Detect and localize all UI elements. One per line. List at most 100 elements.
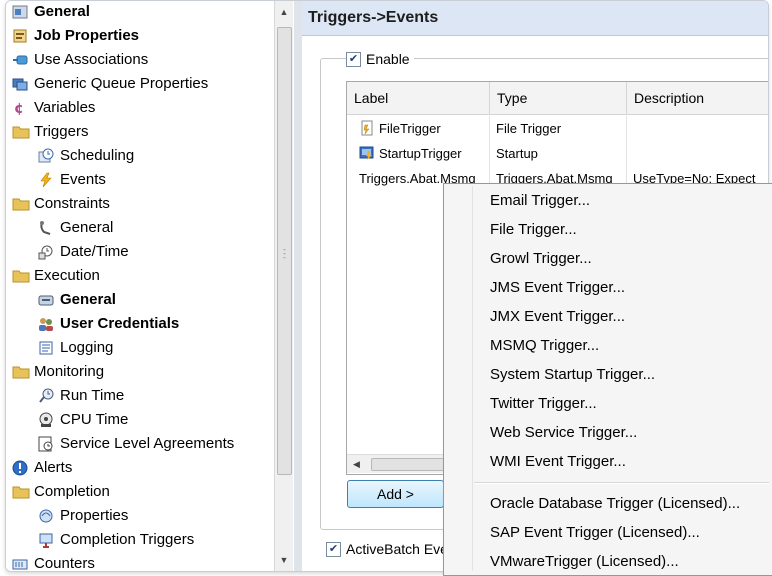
tree-item-alerts[interactable]: Alerts: [12, 457, 72, 479]
tree-item-cpu-time[interactable]: CPU Time: [38, 409, 128, 431]
folder-icon: [12, 484, 30, 500]
tree-item-general[interactable]: General: [12, 1, 90, 23]
tree-item-run-time[interactable]: Run Time: [38, 385, 124, 407]
tree-item-general[interactable]: General: [38, 289, 116, 311]
menu-item-jms-event-trigger[interactable]: JMS Event Trigger...: [444, 273, 772, 302]
scroll-down-arrow-icon[interactable]: ▼: [275, 551, 293, 569]
tree-item-label: Job Properties: [34, 27, 140, 44]
tree-item-monitoring[interactable]: Monitoring: [12, 361, 104, 383]
menu-item-email-trigger[interactable]: Email Trigger...: [444, 186, 772, 215]
scroll-thumb[interactable]: ---: [277, 27, 292, 475]
log-icon: [38, 340, 54, 356]
file-trigger-icon: [361, 120, 373, 136]
clock-icon: [38, 148, 54, 164]
scroll-up-arrow-icon[interactable]: ▲: [275, 3, 293, 21]
activebatch-checkbox[interactable]: ✔: [326, 541, 341, 557]
tree-vertical-scrollbar[interactable]: ▲ --- ▼: [274, 1, 293, 571]
completion-properties-icon: [38, 508, 54, 524]
tree-item-label: General: [60, 219, 114, 236]
menu-item-file-trigger[interactable]: File Trigger...: [444, 215, 772, 244]
queue-icon: [12, 76, 28, 92]
tree-item-logging[interactable]: Logging: [38, 337, 113, 359]
tree-item-scheduling[interactable]: Scheduling: [38, 145, 134, 167]
tree-item-execution[interactable]: Execution: [12, 265, 100, 287]
sla-icon: [38, 436, 54, 452]
tree-item-label: CPU Time: [60, 411, 129, 428]
table-row[interactable]: StartupTrigger Startup: [347, 141, 768, 166]
row-description: [627, 116, 768, 141]
row-label-cell: StartupTrigger: [347, 141, 490, 166]
menu-item-msmq-trigger[interactable]: MSMQ Trigger...: [444, 331, 772, 360]
cpu-icon: [38, 412, 54, 428]
execution-general-icon: [38, 292, 54, 308]
tree-item-date-time[interactable]: Date/Time: [38, 241, 129, 263]
tree-item-user-credentials[interactable]: User Credentials: [38, 313, 179, 335]
tree-item-label: Alerts: [34, 459, 73, 476]
tree-item-label: Monitoring: [34, 363, 105, 380]
tree-item-label: Service Level Agreements: [60, 435, 235, 452]
enable-label: Enable: [366, 51, 410, 67]
row-type: Startup: [490, 141, 627, 166]
tree-item-label: Date/Time: [60, 243, 129, 260]
tree-item-service-level-agreements[interactable]: Service Level Agreements: [38, 433, 234, 455]
variables-icon: ¢: [12, 100, 28, 117]
menu-item-wmi-event-trigger[interactable]: WMI Event Trigger...: [444, 447, 772, 476]
activebatch-checkbox-row[interactable]: ✔ ActiveBatch Eve: [326, 539, 452, 559]
add-button[interactable]: Add >: [347, 480, 444, 508]
tree-item-counters[interactable]: Counters: [12, 553, 95, 571]
tree-item-label: Constraints: [34, 195, 110, 212]
folder-icon: [12, 268, 30, 284]
menu-item-web-service-trigger[interactable]: Web Service Trigger...: [444, 418, 772, 447]
scroll-left-arrow-icon[interactable]: ◀: [353, 455, 360, 473]
startup-trigger-icon: [359, 146, 374, 160]
horizontal-scroll-thumb[interactable]: [371, 458, 445, 471]
menu-item-oracle-database-trigger[interactable]: Oracle Database Trigger (Licensed)...: [444, 489, 772, 518]
folder-icon: [12, 364, 30, 380]
tree-item-constraints[interactable]: Constraints: [12, 193, 110, 215]
menu-item-sap-event-trigger[interactable]: SAP Event Trigger (Licensed)...: [444, 518, 772, 547]
tree-item-events[interactable]: Events: [38, 169, 106, 191]
tree-item-completion[interactable]: Completion: [12, 481, 110, 503]
tree-item-label: Completion Triggers: [60, 531, 195, 548]
menu-separator: [474, 482, 769, 484]
panel-splitter[interactable]: [294, 1, 302, 571]
enable-checkbox-row[interactable]: ✔ Enable: [346, 49, 414, 69]
tree-item-generic-queue-properties[interactable]: Generic Queue Properties: [12, 73, 208, 95]
tree-item-properties[interactable]: Properties: [38, 505, 128, 527]
tree-item-completion-triggers[interactable]: Completion Triggers: [38, 529, 194, 551]
menu-item-vmware-trigger[interactable]: VMwareTrigger (Licensed)...: [444, 547, 772, 576]
folder-icon: [12, 196, 30, 212]
grid-horizontal-scrollbar[interactable]: ◀: [347, 454, 447, 473]
alert-icon: [12, 460, 28, 476]
tree-item-job-properties[interactable]: Job Properties: [12, 25, 139, 47]
add-trigger-context-menu: Email Trigger... File Trigger... Growl T…: [443, 183, 772, 576]
grid-header: Label Type Description: [347, 82, 768, 115]
tree-item-triggers[interactable]: Triggers: [12, 121, 88, 143]
tree-item-label: Triggers: [34, 123, 89, 140]
lightning-icon: [38, 172, 54, 188]
users-icon: [38, 316, 54, 332]
column-header-type[interactable]: Type: [490, 82, 627, 114]
tree-item-label: Use Associations: [34, 51, 149, 68]
menu-item-twitter-trigger[interactable]: Twitter Trigger...: [444, 389, 772, 418]
tree-item-variables[interactable]: ¢ Variables: [12, 97, 95, 119]
tree-item-label: Run Time: [60, 387, 125, 404]
svg-text:¢: ¢: [14, 101, 24, 116]
tree-item-label: General: [34, 3, 90, 20]
enable-checkbox[interactable]: ✔: [346, 51, 361, 67]
row-label: FileTrigger: [379, 121, 441, 136]
menu-item-jmx-event-trigger[interactable]: JMX Event Trigger...: [444, 302, 772, 331]
datetime-icon: [38, 244, 54, 260]
column-header-description[interactable]: Description: [627, 82, 768, 114]
tree-item-label: Completion: [34, 483, 110, 500]
tree-item-general[interactable]: General: [38, 217, 113, 239]
activebatch-label: ActiveBatch Eve: [346, 541, 448, 557]
column-header-label[interactable]: Label: [347, 82, 490, 114]
menu-item-growl-trigger[interactable]: Growl Trigger...: [444, 244, 772, 273]
tree-item-label: Events: [60, 171, 106, 188]
menu-item-system-startup-trigger[interactable]: System Startup Trigger...: [444, 360, 772, 389]
table-row[interactable]: FileTrigger File Trigger: [347, 116, 768, 141]
tree-item-label: Counters: [34, 555, 95, 571]
tree-item-use-associations[interactable]: Use Associations: [12, 49, 148, 71]
tree-item-label: Generic Queue Properties: [34, 75, 209, 92]
